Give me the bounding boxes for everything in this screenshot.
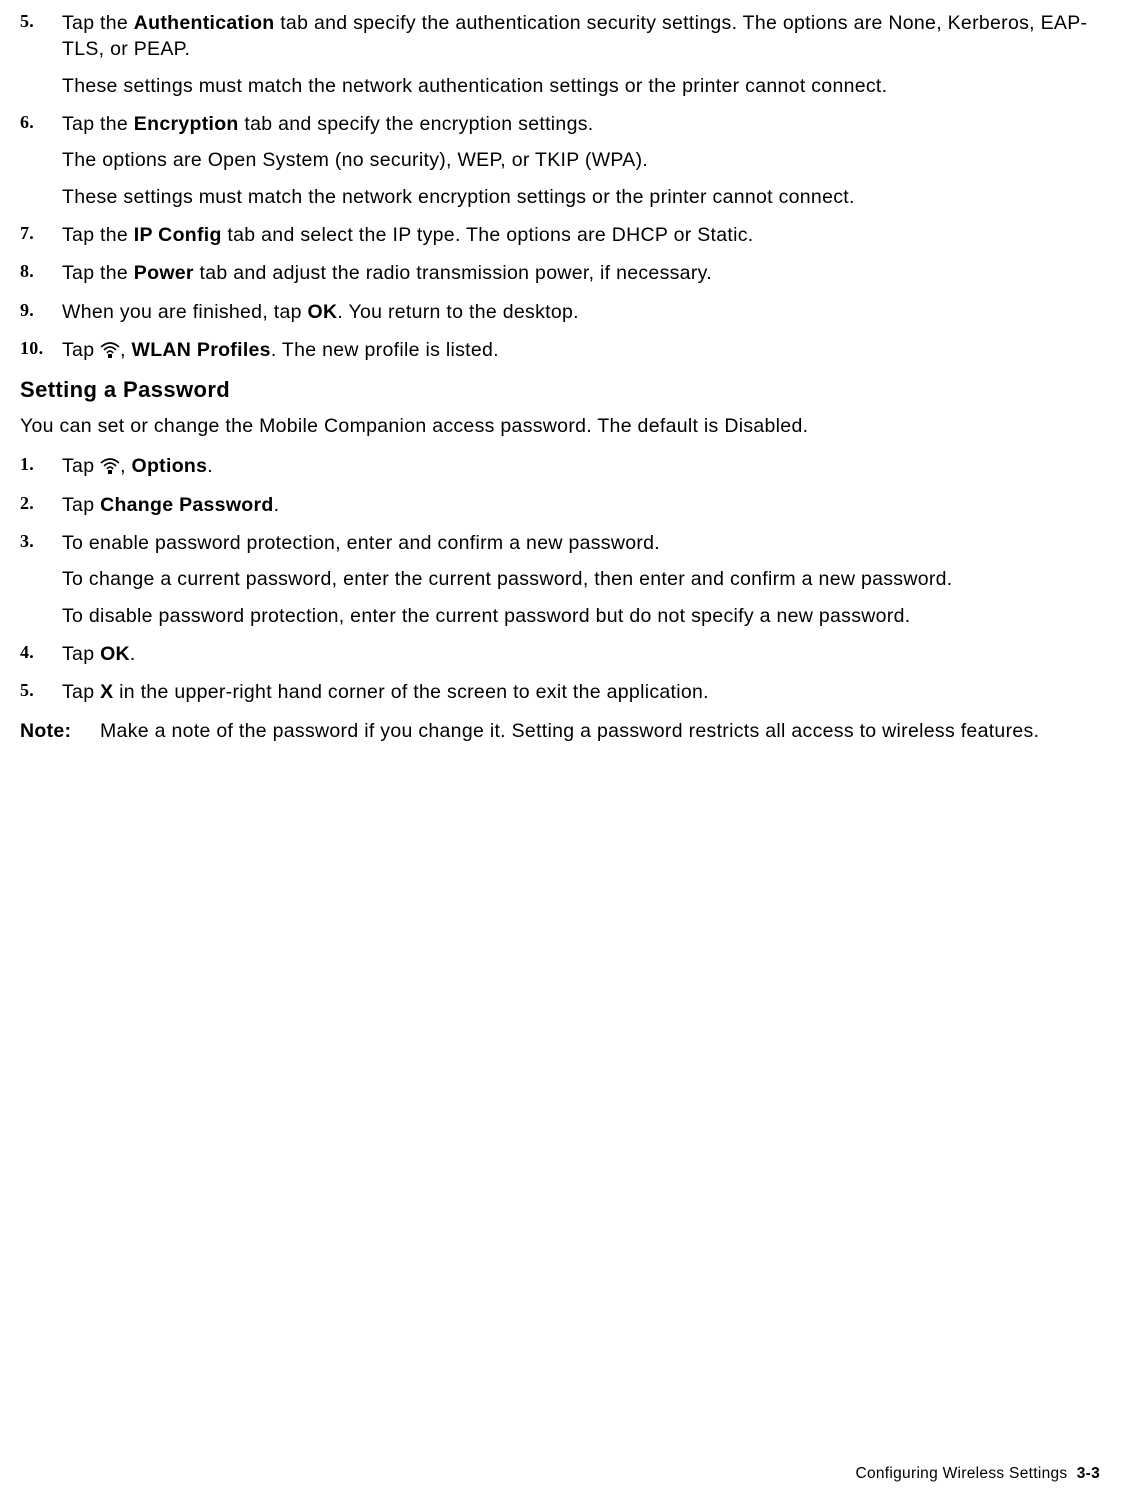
item-number: 5. xyxy=(20,10,62,32)
list-item: 5.Tap the Authentication tab and specify… xyxy=(20,10,1104,99)
item-paragraph: Tap , Options. xyxy=(62,453,1104,479)
note-body: Make a note of the password if you chang… xyxy=(100,718,1104,744)
item-paragraph: The options are Open System (no security… xyxy=(62,147,1104,173)
item-number: 4. xyxy=(20,641,62,663)
item-content: Tap the Authentication tab and specify t… xyxy=(62,10,1104,99)
item-paragraph: To change a current password, enter the … xyxy=(62,566,1104,592)
list-item: 8.Tap the Power tab and adjust the radio… xyxy=(20,260,1104,286)
list-item: 10.Tap , WLAN Profiles. The new profile … xyxy=(20,337,1104,363)
footer-page: 3-3 xyxy=(1077,1465,1100,1482)
item-number: 10. xyxy=(20,337,62,359)
item-number: 5. xyxy=(20,679,62,701)
item-paragraph: These settings must match the network au… xyxy=(62,73,1104,99)
signal-icon xyxy=(100,340,120,358)
item-content: Tap the Power tab and adjust the radio t… xyxy=(62,260,1104,286)
bold-text: Encryption xyxy=(134,113,239,135)
list-item: 7.Tap the IP Config tab and select the I… xyxy=(20,222,1104,248)
item-number: 9. xyxy=(20,299,62,321)
item-paragraph: Tap Change Password. xyxy=(62,492,1104,518)
item-content: Tap X in the upper-right hand corner of … xyxy=(62,679,1104,705)
list-item: 2.Tap Change Password. xyxy=(20,492,1104,518)
item-number: 8. xyxy=(20,260,62,282)
item-paragraph: To disable password protection, enter th… xyxy=(62,603,1104,629)
note-label: Note: xyxy=(20,718,100,744)
list-item: 4.Tap OK. xyxy=(20,641,1104,667)
item-paragraph: Tap OK. xyxy=(62,641,1104,667)
bold-text: Change Password xyxy=(100,494,274,516)
list-item: 6.Tap the Encryption tab and specify the… xyxy=(20,111,1104,210)
footer-title: Configuring Wireless Settings xyxy=(855,1465,1067,1482)
signal-icon xyxy=(100,456,120,474)
list-item: 1.Tap , Options. xyxy=(20,453,1104,479)
item-content: Tap , WLAN Profiles. The new profile is … xyxy=(62,337,1104,363)
item-number: 6. xyxy=(20,111,62,133)
item-paragraph: To enable password protection, enter and… xyxy=(62,530,1104,556)
item-content: To enable password protection, enter and… xyxy=(62,530,1104,629)
section-intro: You can set or change the Mobile Compani… xyxy=(20,413,1104,439)
bold-text: IP Config xyxy=(134,224,222,246)
bold-text: Options xyxy=(132,455,208,477)
item-paragraph: Tap the IP Config tab and select the IP … xyxy=(62,222,1104,248)
bold-text: X xyxy=(100,681,113,703)
item-content: Tap OK. xyxy=(62,641,1104,667)
bold-text: OK xyxy=(308,301,338,323)
bold-text: OK xyxy=(100,643,130,665)
item-content: Tap the Encryption tab and specify the e… xyxy=(62,111,1104,210)
item-paragraph: When you are finished, tap OK. You retur… xyxy=(62,299,1104,325)
list-item: 5.Tap X in the upper-right hand corner o… xyxy=(20,679,1104,705)
instruction-list-continued: 5.Tap the Authentication tab and specify… xyxy=(20,10,1104,363)
bold-text: Authentication xyxy=(134,12,275,34)
item-paragraph: Tap , WLAN Profiles. The new profile is … xyxy=(62,337,1104,363)
list-item: 9.When you are finished, tap OK. You ret… xyxy=(20,299,1104,325)
page-footer: Configuring Wireless Settings 3-3 xyxy=(855,1465,1100,1483)
item-paragraph: Tap X in the upper-right hand corner of … xyxy=(62,679,1104,705)
item-content: Tap Change Password. xyxy=(62,492,1104,518)
item-paragraph: Tap the Power tab and adjust the radio t… xyxy=(62,260,1104,286)
item-number: 1. xyxy=(20,453,62,475)
note-block: Note: Make a note of the password if you… xyxy=(20,718,1104,744)
item-content: When you are finished, tap OK. You retur… xyxy=(62,299,1104,325)
section-heading: Setting a Password xyxy=(20,377,1104,403)
item-number: 2. xyxy=(20,492,62,514)
item-content: Tap the IP Config tab and select the IP … xyxy=(62,222,1104,248)
bold-text: Power xyxy=(134,262,194,284)
list-item: 3.To enable password protection, enter a… xyxy=(20,530,1104,629)
item-paragraph: Tap the Encryption tab and specify the e… xyxy=(62,111,1104,137)
item-number: 7. xyxy=(20,222,62,244)
item-number: 3. xyxy=(20,530,62,552)
bold-text: WLAN Profiles xyxy=(132,339,271,361)
item-paragraph: Tap the Authentication tab and specify t… xyxy=(62,10,1104,63)
item-content: Tap , Options. xyxy=(62,453,1104,479)
password-instruction-list: 1.Tap , Options.2.Tap Change Password.3.… xyxy=(20,453,1104,705)
item-paragraph: These settings must match the network en… xyxy=(62,184,1104,210)
